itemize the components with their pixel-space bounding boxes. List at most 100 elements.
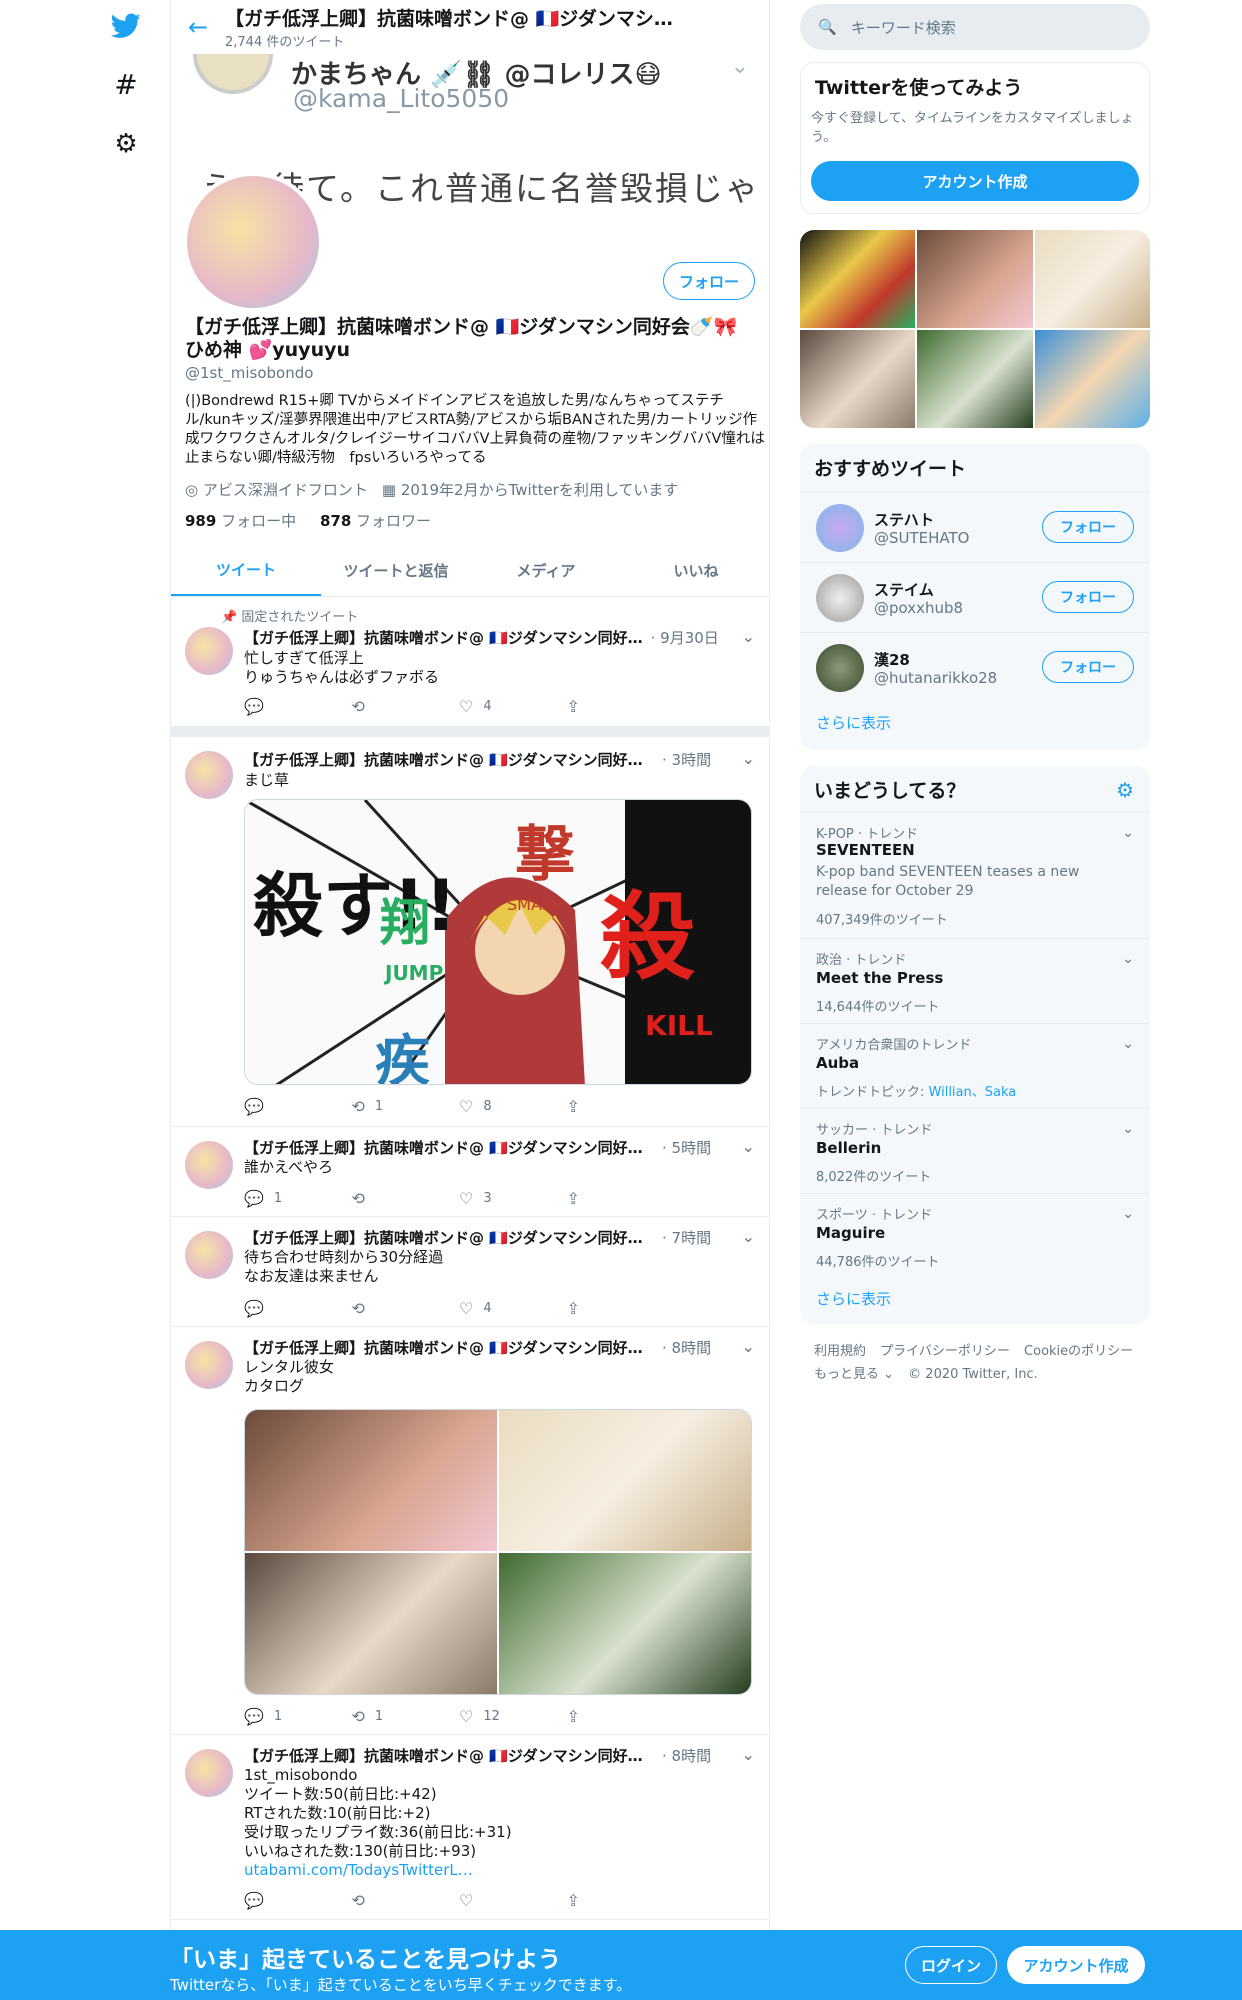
user-name[interactable]: ステイム xyxy=(874,579,934,600)
reply-button[interactable]: 💬 xyxy=(244,697,352,716)
tweet[interactable]: 【ガチ低浮上卿】抗菌味噌ボンド@ 🇫🇷ジダンマシン同好会… · 5時間 ⌄ 誰かえ… xyxy=(171,1127,769,1217)
tweet[interactable]: 【ガチ低浮上卿】抗菌味噌ボンド@ 🇫🇷ジダンマシン同好会… · 8時間 ⌄ レンタ… xyxy=(171,1327,769,1735)
tab-tweets[interactable]: ツイート xyxy=(171,544,321,596)
search-input[interactable]: 🔍 キーワード検索 xyxy=(800,4,1150,50)
show-more-link[interactable]: さらに表示 xyxy=(816,1288,891,1309)
tweet-time[interactable]: · 8時間 xyxy=(662,1337,711,1358)
trend-item[interactable]: 政治 · トレンド ⌄ Meet the Press 14,644件のツイート xyxy=(800,938,1150,1023)
follow-button[interactable]: フォロー xyxy=(1042,511,1134,543)
share-button[interactable]: ⇪ xyxy=(567,697,675,716)
tweet-photo[interactable] xyxy=(245,1553,497,1694)
trend-item[interactable]: K-POP · トレンド ⌄ SEVENTEEN K-pop band SEVE… xyxy=(800,812,1150,938)
signup-button[interactable]: アカウント作成 xyxy=(1007,1946,1145,1984)
tweet-time[interactable]: · 9月30日 xyxy=(651,627,719,648)
create-account-button[interactable]: アカウント作成 xyxy=(811,161,1139,201)
tweet[interactable]: 【ガチ低浮上卿】抗菌味噌ボンド@ 🇫🇷ジダンマシン同好会… · 7時間 ⌄ 待ち合… xyxy=(171,1217,769,1327)
like-button[interactable]: ♡ 12 xyxy=(459,1707,567,1726)
tweet-avatar[interactable] xyxy=(185,1749,233,1797)
reply-button[interactable]: 💬 xyxy=(244,1891,352,1910)
hashtag-icon[interactable]: # xyxy=(100,58,152,110)
tweet-photo[interactable] xyxy=(499,1553,751,1694)
tweet-author[interactable]: 【ガチ低浮上卿】抗菌味噌ボンド@ 🇫🇷ジダンマシン同好会… xyxy=(244,1745,654,1766)
retweet-button[interactable]: ⟲ 1 xyxy=(352,1707,460,1726)
tweet-avatar[interactable] xyxy=(185,1231,233,1279)
tweet-photo[interactable] xyxy=(499,1410,751,1551)
trend-item[interactable]: アメリカ合衆国のトレンド ⌄ Auba トレンドトピック: Willian、Sa… xyxy=(800,1023,1150,1108)
trend-topic-links[interactable]: Willian、Saka xyxy=(929,1085,1017,1100)
like-button[interactable]: ♡ 3 xyxy=(459,1189,567,1208)
gallery-photo[interactable] xyxy=(1034,330,1150,428)
chevron-down-icon[interactable]: ⌄ xyxy=(742,749,755,768)
tweet-author[interactable]: 【ガチ低浮上卿】抗菌味噌ボンド@ 🇫🇷ジダンマシン同好会… xyxy=(244,749,654,770)
recommended-user[interactable]: ステハト @SUTEHATO フォロー xyxy=(800,492,1150,562)
chevron-down-icon[interactable]: ⌄ xyxy=(1122,1121,1134,1137)
cookie-link[interactable]: Cookieのポリシー xyxy=(1024,1344,1133,1359)
share-button[interactable]: ⇪ xyxy=(567,1891,675,1910)
like-button[interactable]: ♡ 4 xyxy=(459,1299,567,1318)
tweet-author[interactable]: 【ガチ低浮上卿】抗菌味噌ボンド@ 🇫🇷ジダンマシン同好会… xyxy=(244,1337,654,1358)
show-more-link[interactable]: さらに表示 xyxy=(816,712,891,733)
tweet-link[interactable]: utabami.com/TodaysTwitterL… xyxy=(244,1861,473,1879)
trend-item[interactable]: サッカー · トレンド ⌄ Bellerin 8,022件のツイート xyxy=(800,1108,1150,1193)
retweet-button[interactable]: ⟲ xyxy=(352,697,460,716)
tweet-author[interactable]: 【ガチ低浮上卿】抗菌味噌ボンド@ 🇫🇷ジダンマシン同好… xyxy=(244,627,643,648)
avatar[interactable] xyxy=(816,504,864,552)
recommended-user[interactable]: 漢28 @hutanarikko28 フォロー xyxy=(800,632,1150,702)
share-button[interactable]: ⇪ xyxy=(567,1097,675,1116)
follow-button[interactable]: フォロー xyxy=(663,262,755,300)
retweet-button[interactable]: ⟲ 1 xyxy=(352,1097,460,1116)
chevron-down-icon[interactable]: ⌄ xyxy=(742,627,755,646)
like-button[interactable]: ♡ 4 xyxy=(459,697,567,716)
tweet-time[interactable]: · 3時間 xyxy=(662,749,711,770)
followers-link[interactable]: 878 フォロワー xyxy=(320,512,431,530)
more-link[interactable]: もっと見る ⌄ xyxy=(814,1367,894,1382)
tab-tweets-replies[interactable]: ツイートと返信 xyxy=(321,544,471,596)
tweet-image[interactable]: 殺す!! 撃 SMASH 翔 JUMP 殺 KILL 疾 xyxy=(244,799,752,1085)
chevron-down-icon[interactable]: ⌄ xyxy=(742,1745,755,1764)
trend-item[interactable]: スポーツ · トレンド ⌄ Maguire 44,786件のツイート xyxy=(800,1193,1150,1278)
tweet-author[interactable]: 【ガチ低浮上卿】抗菌味噌ボンド@ 🇫🇷ジダンマシン同好会… xyxy=(244,1227,654,1248)
gear-icon[interactable]: ⚙ xyxy=(1116,778,1134,802)
tweet[interactable]: 【ガチ低浮上卿】抗菌味噌ボンド@ 🇫🇷ジダンマシン同好… · 9月30日 ⌄ 忙し… xyxy=(171,597,769,727)
avatar[interactable] xyxy=(816,644,864,692)
user-name[interactable]: ステハト xyxy=(874,509,934,530)
tab-likes[interactable]: いいね xyxy=(621,544,769,596)
chevron-down-icon[interactable]: ⌄ xyxy=(1122,825,1134,841)
tweet-time[interactable]: · 7時間 xyxy=(662,1227,711,1248)
tweet[interactable]: 【ガチ低浮上卿】抗菌味噌ボンド@ 🇫🇷ジダンマシン同好会… · 8時間 ⌄ 1st… xyxy=(171,1735,769,1920)
retweet-button[interactable]: ⟲ xyxy=(352,1891,460,1910)
tab-media[interactable]: メディア xyxy=(471,544,621,596)
tweet-author[interactable]: 【ガチ低浮上卿】抗菌味噌ボンド@ 🇫🇷ジダンマシン同好会… xyxy=(244,1137,654,1158)
tweet-avatar[interactable] xyxy=(185,1341,233,1389)
tweet-photo[interactable] xyxy=(245,1410,497,1551)
reply-button[interactable]: 💬 1 xyxy=(244,1707,352,1726)
retweet-button[interactable]: ⟲ xyxy=(352,1189,460,1208)
follow-button[interactable]: フォロー xyxy=(1042,651,1134,683)
like-button[interactable]: ♡ 8 xyxy=(459,1097,567,1116)
following-link[interactable]: 989 フォロー中 xyxy=(185,512,296,530)
share-button[interactable]: ⇪ xyxy=(567,1299,675,1318)
retweet-button[interactable]: ⟲ xyxy=(352,1299,460,1318)
gallery-photo[interactable] xyxy=(800,230,916,328)
tweet[interactable]: 【ガチ低浮上卿】抗菌味噌ボンド@ 🇫🇷ジダンマシン同好会… · 3時間 ⌄ まじ草… xyxy=(171,737,769,1127)
gear-icon[interactable]: ⚙ xyxy=(100,118,152,170)
share-button[interactable]: ⇪ xyxy=(567,1707,675,1726)
reply-button[interactable]: 💬 xyxy=(244,1299,352,1318)
gallery-photo[interactable] xyxy=(800,330,916,428)
reply-button[interactable]: 💬 1 xyxy=(244,1189,352,1208)
avatar[interactable] xyxy=(816,574,864,622)
tweet-time[interactable]: · 5時間 xyxy=(662,1137,711,1158)
terms-link[interactable]: 利用規約 xyxy=(814,1344,866,1359)
gallery-photo[interactable] xyxy=(917,330,1033,428)
gallery-photo[interactable] xyxy=(1034,230,1150,328)
user-name[interactable]: 漢28 xyxy=(874,649,910,670)
back-arrow-icon[interactable]: ← xyxy=(171,13,225,41)
privacy-link[interactable]: プライバシーポリシー xyxy=(880,1344,1010,1359)
tweet-avatar[interactable] xyxy=(185,627,233,675)
recommended-user[interactable]: ステイム @poxxhub8 フォロー xyxy=(800,562,1150,632)
login-button[interactable]: ログイン xyxy=(905,1946,997,1984)
chevron-down-icon[interactable]: ⌄ xyxy=(1122,1036,1134,1052)
like-button[interactable]: ♡ xyxy=(459,1891,567,1910)
reply-button[interactable]: 💬 xyxy=(244,1097,352,1116)
chevron-down-icon[interactable]: ⌄ xyxy=(742,1137,755,1156)
